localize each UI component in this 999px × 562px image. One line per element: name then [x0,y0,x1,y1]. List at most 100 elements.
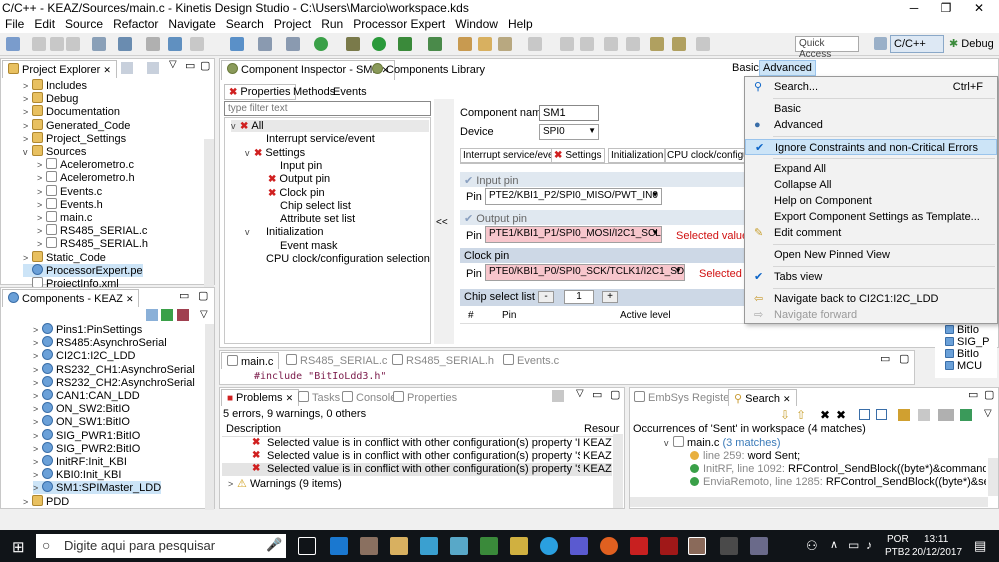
menu-item[interactable]: Expand All [745,161,997,177]
input-pin-select[interactable]: PTE2/KBI1_P2/SPI0_MISO/PWT_IN0 ▼ [485,188,662,205]
tree-arrow-icon[interactable]: > [37,173,46,183]
tree-arrow-icon[interactable]: > [37,239,46,249]
menu-help[interactable]: Help [503,16,538,31]
task-view-icon[interactable] [298,537,316,555]
notifications-icon[interactable]: ▤ [974,538,986,554]
project-tree-item[interactable]: > Project_Settings [23,131,126,145]
minimize-view-icon[interactable]: ▭ [185,59,195,72]
debug-bug-icon[interactable] [346,37,360,51]
tree-arrow-icon[interactable]: v [23,147,32,157]
app6-icon[interactable] [660,537,678,555]
search-result[interactable]: EnviaRemoto, line 1285: RFControl_SendBl… [690,476,986,488]
app-icon[interactable] [360,537,378,555]
tab-settings[interactable]: ✖ Settings [551,148,605,163]
perspective-debug-button[interactable]: ✱ Debug [946,35,998,53]
project-tree-item[interactable]: ProcessorExpert.pe [23,263,143,277]
tab-events-c[interactable]: Events.c [503,354,559,367]
debug-config-icon[interactable] [168,37,182,51]
minimize-view-icon[interactable]: ▭ [880,352,890,365]
menu-item[interactable]: ● Advanced [745,117,997,133]
collapse-all-icon[interactable] [876,409,887,420]
problem-row[interactable]: ✖ Selected value is in conflict with othe… [222,463,612,476]
property-tree-item[interactable]: v ✖ All [231,120,429,132]
project-tree-item[interactable]: > Events.c [37,184,102,198]
tree-arrow-icon[interactable]: v [245,227,254,237]
code-line[interactable]: #include "BitIoLdd3.h" [254,371,386,382]
menu-window[interactable]: Window [450,16,503,31]
collapse-bar[interactable]: << [434,99,454,344]
search-result[interactable]: InitRF, line 1092: RFControl_SendBlock((… [690,463,986,475]
build-config-icon[interactable] [92,37,106,51]
pe-icon[interactable] [230,37,244,51]
project-tree-item[interactable]: > Acelerometro.c [37,158,134,171]
quick-access-input[interactable]: Quick Access [795,36,859,60]
output-pin-select[interactable]: PTE1/KBI1_P1/SPI0_MOSI/I2C1_SCL ▼ [485,226,662,243]
project-tree-item[interactable]: > main.c [37,211,92,224]
add-button[interactable]: + [602,291,618,303]
perspective-cpp-button[interactable]: C/C++ [890,35,944,53]
menu-item[interactable]: Help on Component [745,193,997,209]
clock-date[interactable]: 20/12/2017 [912,547,962,558]
app8-icon[interactable] [750,537,768,555]
app7-icon[interactable] [720,537,738,555]
property-tree-item[interactable]: ✖ Output pin [259,173,330,185]
back-icon[interactable] [672,37,686,51]
run-search-icon[interactable] [898,409,910,421]
component-item[interactable]: > ON_SW2:BitIO [33,402,130,415]
collapse-components-icon[interactable] [146,309,158,321]
component-item[interactable]: > RS485:AsynchroSerial [33,336,167,349]
tab-project-explorer[interactable]: Project Explorer ✕ [2,60,117,78]
project-tree-item[interactable]: > RS485_SERIAL.c [37,224,147,237]
tab-events[interactable]: Events [329,85,371,99]
kds-icon[interactable] [688,537,706,555]
maximize-view-icon[interactable]: ▢ [200,59,210,72]
tab-properties-view[interactable]: Properties [393,391,457,404]
menu-item[interactable]: Collapse All [745,177,997,193]
component-item[interactable]: > RS232_CH2:AsynchroSerial [33,375,195,389]
basic-mode-button[interactable]: Basic [732,62,759,74]
tab-console[interactable]: Console [342,391,396,404]
outline-item[interactable]: BitIo [945,348,979,360]
property-tree-item[interactable]: Chip select list [259,200,351,212]
last-edit-icon[interactable] [604,37,618,51]
tree-arrow-icon[interactable]: > [23,121,32,131]
menu-file[interactable]: File [0,16,29,31]
property-tree-item[interactable]: Attribute set list [259,213,355,225]
chevron-right-icon[interactable]: > [33,378,42,388]
component-item[interactable]: > CI2C1:I2C_LDD [33,349,135,362]
tree-arrow-icon[interactable]: > [37,200,46,210]
project-tree-item[interactable]: > Static_Code [23,250,106,264]
explorer-icon[interactable] [390,537,408,555]
tab-main-c[interactable]: main.c [221,352,280,369]
tree-arrow-icon[interactable]: > [23,134,32,144]
outline-item[interactable]: MCU [945,360,982,372]
chevron-right-icon[interactable]: > [33,404,42,414]
chevron-right-icon[interactable]: > [23,497,32,507]
close-button[interactable]: ✕ [959,0,999,16]
tab-component-inspector[interactable]: Component Inspector - SM1 ✕ [221,60,396,80]
minimize-view-icon[interactable]: ▭ [592,388,602,401]
component-item[interactable]: > KBI0:Init_KBI [33,468,121,481]
close-icon[interactable]: ✕ [783,394,791,404]
tree-arrow-icon[interactable]: > [23,81,32,91]
tab-rs485-c[interactable]: RS485_SERIAL.c [286,354,387,367]
project-tree-item[interactable]: > Events.h [37,197,103,211]
app4-icon[interactable] [510,537,528,555]
package-icon[interactable] [258,37,272,51]
property-tree-item[interactable]: Event mask [259,240,337,252]
tree-arrow-icon[interactable]: > [23,94,32,104]
chevron-right-icon[interactable]: > [33,325,42,335]
project-tree-item[interactable]: > Documentation [23,105,120,118]
telegram-icon[interactable] [540,537,558,555]
close-icon[interactable]: ✕ [126,294,134,304]
tree-arrow-icon[interactable]: > [37,187,46,197]
tab-interrupt-service[interactable]: Interrupt service/event [460,148,565,163]
filter-icon[interactable] [552,390,564,402]
chevron-right-icon[interactable]: > [33,483,42,493]
tree-arrow-icon[interactable]: > [23,253,32,263]
component-item[interactable]: > SIG_PWR1:BitIO [33,428,140,442]
component-item[interactable]: > SIG_PWR2:BitIO [33,441,140,455]
layout-label[interactable]: PTB2 [885,547,910,558]
problem-row[interactable]: ✖ Selected value is in conflict with othe… [222,437,612,450]
component-item[interactable]: > InitRF:Init_KBI [33,455,127,468]
